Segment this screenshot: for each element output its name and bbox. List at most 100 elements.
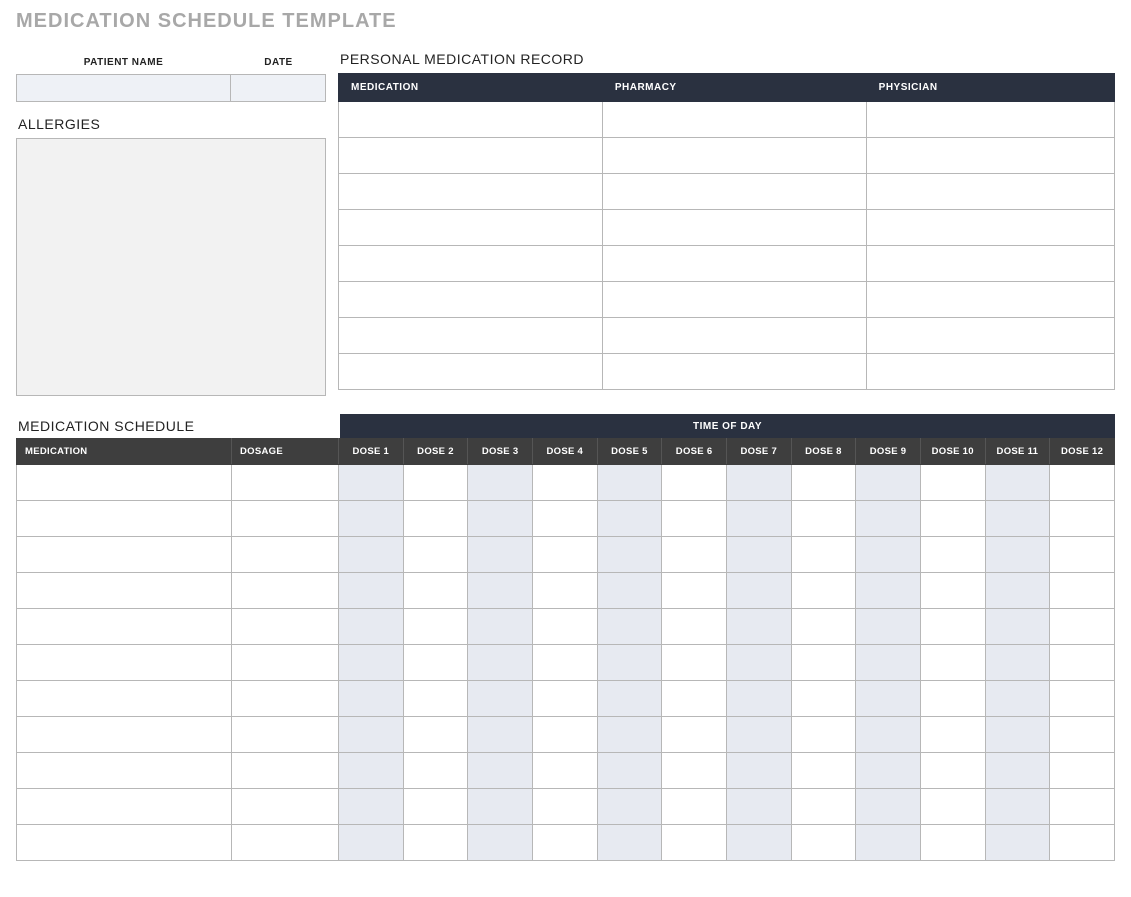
pmr-cell-physician[interactable] <box>866 102 1114 138</box>
schedule-cell-dose-11[interactable] <box>985 753 1050 789</box>
schedule-cell-dose-9[interactable] <box>856 789 921 825</box>
pmr-cell-physician[interactable] <box>866 138 1114 174</box>
schedule-cell-dosage[interactable] <box>232 717 339 753</box>
schedule-cell-dose-10[interactable] <box>920 573 985 609</box>
schedule-cell-dose-6[interactable] <box>662 825 727 861</box>
schedule-cell-dose-7[interactable] <box>726 537 791 573</box>
pmr-cell-medication[interactable] <box>339 210 603 246</box>
schedule-cell-dose-4[interactable] <box>532 789 597 825</box>
schedule-cell-dosage[interactable] <box>232 537 339 573</box>
schedule-cell-dose-8[interactable] <box>791 753 856 789</box>
schedule-cell-dose-7[interactable] <box>726 573 791 609</box>
pmr-cell-pharmacy[interactable] <box>602 318 866 354</box>
schedule-cell-dose-9[interactable] <box>856 645 921 681</box>
schedule-cell-dose-7[interactable] <box>726 609 791 645</box>
schedule-cell-dose-10[interactable] <box>920 681 985 717</box>
schedule-cell-dose-7[interactable] <box>726 753 791 789</box>
schedule-cell-dose-3[interactable] <box>468 717 533 753</box>
pmr-cell-pharmacy[interactable] <box>602 246 866 282</box>
schedule-cell-dose-2[interactable] <box>403 789 468 825</box>
schedule-cell-dose-1[interactable] <box>339 717 404 753</box>
schedule-cell-dose-11[interactable] <box>985 825 1050 861</box>
pmr-cell-physician[interactable] <box>866 354 1114 390</box>
schedule-cell-medication[interactable] <box>17 501 232 537</box>
schedule-cell-dose-7[interactable] <box>726 645 791 681</box>
schedule-cell-dose-6[interactable] <box>662 573 727 609</box>
schedule-cell-medication[interactable] <box>17 645 232 681</box>
schedule-cell-dose-12[interactable] <box>1050 645 1115 681</box>
schedule-cell-dose-8[interactable] <box>791 645 856 681</box>
pmr-cell-pharmacy[interactable] <box>602 138 866 174</box>
schedule-cell-dose-8[interactable] <box>791 789 856 825</box>
schedule-cell-dose-8[interactable] <box>791 501 856 537</box>
schedule-cell-dose-2[interactable] <box>403 501 468 537</box>
schedule-cell-dose-5[interactable] <box>597 645 662 681</box>
pmr-cell-medication[interactable] <box>339 138 603 174</box>
schedule-cell-dose-7[interactable] <box>726 465 791 501</box>
schedule-cell-dose-11[interactable] <box>985 573 1050 609</box>
schedule-cell-dose-8[interactable] <box>791 717 856 753</box>
schedule-cell-dose-6[interactable] <box>662 537 727 573</box>
schedule-cell-dosage[interactable] <box>232 645 339 681</box>
schedule-cell-dose-12[interactable] <box>1050 681 1115 717</box>
schedule-cell-dose-11[interactable] <box>985 681 1050 717</box>
schedule-cell-dose-10[interactable] <box>920 753 985 789</box>
schedule-cell-dose-1[interactable] <box>339 825 404 861</box>
schedule-cell-dose-9[interactable] <box>856 609 921 645</box>
schedule-cell-dose-12[interactable] <box>1050 825 1115 861</box>
pmr-cell-physician[interactable] <box>866 210 1114 246</box>
schedule-cell-dose-11[interactable] <box>985 609 1050 645</box>
pmr-cell-physician[interactable] <box>866 282 1114 318</box>
patient-name-input[interactable] <box>17 75 231 101</box>
schedule-cell-dose-10[interactable] <box>920 717 985 753</box>
schedule-cell-dose-4[interactable] <box>532 717 597 753</box>
schedule-cell-dose-9[interactable] <box>856 825 921 861</box>
schedule-cell-dose-4[interactable] <box>532 501 597 537</box>
schedule-cell-dose-3[interactable] <box>468 465 533 501</box>
schedule-cell-dose-6[interactable] <box>662 645 727 681</box>
schedule-cell-dose-9[interactable] <box>856 501 921 537</box>
schedule-cell-dose-3[interactable] <box>468 609 533 645</box>
schedule-cell-dose-7[interactable] <box>726 501 791 537</box>
schedule-cell-dose-6[interactable] <box>662 609 727 645</box>
schedule-cell-dose-1[interactable] <box>339 501 404 537</box>
schedule-cell-medication[interactable] <box>17 825 232 861</box>
schedule-cell-dose-8[interactable] <box>791 609 856 645</box>
schedule-cell-dose-1[interactable] <box>339 609 404 645</box>
schedule-cell-dose-2[interactable] <box>403 825 468 861</box>
schedule-cell-dose-2[interactable] <box>403 753 468 789</box>
schedule-cell-dose-5[interactable] <box>597 753 662 789</box>
schedule-cell-dose-12[interactable] <box>1050 789 1115 825</box>
schedule-cell-dosage[interactable] <box>232 825 339 861</box>
schedule-cell-dose-2[interactable] <box>403 717 468 753</box>
schedule-cell-dose-8[interactable] <box>791 825 856 861</box>
schedule-cell-dosage[interactable] <box>232 789 339 825</box>
pmr-cell-physician[interactable] <box>866 246 1114 282</box>
pmr-cell-medication[interactable] <box>339 318 603 354</box>
schedule-cell-dose-9[interactable] <box>856 573 921 609</box>
schedule-cell-dose-3[interactable] <box>468 537 533 573</box>
schedule-cell-dose-6[interactable] <box>662 789 727 825</box>
schedule-cell-dose-3[interactable] <box>468 753 533 789</box>
date-input[interactable] <box>231 75 325 101</box>
schedule-cell-dose-1[interactable] <box>339 753 404 789</box>
schedule-cell-dose-1[interactable] <box>339 465 404 501</box>
schedule-cell-dose-3[interactable] <box>468 501 533 537</box>
schedule-cell-dose-6[interactable] <box>662 753 727 789</box>
schedule-cell-dose-4[interactable] <box>532 645 597 681</box>
schedule-cell-dose-10[interactable] <box>920 789 985 825</box>
schedule-cell-dose-12[interactable] <box>1050 573 1115 609</box>
schedule-cell-dosage[interactable] <box>232 573 339 609</box>
pmr-cell-pharmacy[interactable] <box>602 102 866 138</box>
pmr-cell-pharmacy[interactable] <box>602 174 866 210</box>
pmr-cell-physician[interactable] <box>866 174 1114 210</box>
schedule-cell-dose-10[interactable] <box>920 501 985 537</box>
schedule-cell-dose-4[interactable] <box>532 825 597 861</box>
schedule-cell-dose-11[interactable] <box>985 789 1050 825</box>
schedule-cell-dose-4[interactable] <box>532 753 597 789</box>
schedule-cell-dose-5[interactable] <box>597 501 662 537</box>
schedule-cell-dose-4[interactable] <box>532 573 597 609</box>
schedule-cell-dose-9[interactable] <box>856 537 921 573</box>
schedule-cell-dose-11[interactable] <box>985 501 1050 537</box>
schedule-cell-dose-10[interactable] <box>920 609 985 645</box>
